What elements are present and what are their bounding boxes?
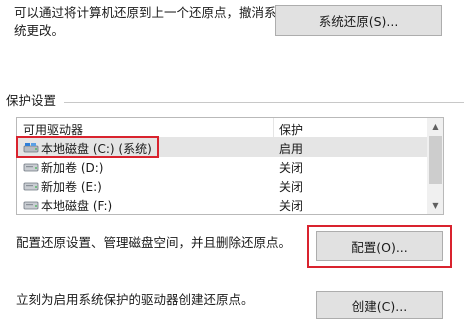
drive-icon bbox=[23, 163, 39, 172]
drive-protection-status: 启用 bbox=[279, 142, 304, 156]
scroll-thumb[interactable] bbox=[429, 136, 442, 184]
drive-name: 本地磁盘 (F:) bbox=[41, 199, 113, 213]
drive-icon bbox=[23, 182, 39, 191]
create-description: 立刻为启用系统保护的驱动器创建还原点。 bbox=[16, 292, 254, 307]
drive-name: 新加卷 (E:) bbox=[41, 180, 102, 194]
group-divider bbox=[64, 102, 464, 103]
configure-description: 配置还原设置、管理磁盘空间，并且删除还原点。 bbox=[16, 235, 292, 250]
drive-row-e[interactable]: 新加卷 (E:) 关闭 bbox=[17, 175, 427, 195]
column-separator bbox=[273, 118, 274, 138]
drive-protection-status: 关闭 bbox=[279, 199, 304, 213]
column-header-protection[interactable]: 保护 bbox=[279, 121, 303, 138]
scroll-up-icon[interactable]: ▲ bbox=[427, 118, 443, 135]
create-button[interactable]: 创建(C)... bbox=[316, 291, 443, 319]
highlight-configure-button bbox=[307, 225, 452, 268]
drive-list[interactable]: 可用驱动器 保护 本地磁盘 (C:) (系统) 启用 新加卷 (D:) 关闭 新… bbox=[16, 117, 444, 215]
drive-icon bbox=[23, 201, 39, 210]
vertical-scrollbar[interactable]: ▲ ▼ bbox=[427, 118, 443, 214]
protection-settings-label: 保护设置 bbox=[6, 93, 57, 108]
drive-row-f[interactable]: 本地磁盘 (F:) 关闭 bbox=[17, 194, 427, 214]
scroll-down-icon[interactable]: ▼ bbox=[427, 197, 443, 214]
restore-description-line1: 可以通过将计算机还原到上一个还原点，撤消系 bbox=[14, 5, 277, 20]
restore-description-line2: 统更改。 bbox=[14, 23, 65, 38]
system-restore-button[interactable]: 系统还原(S)... bbox=[275, 5, 442, 36]
restore-description: 可以通过将计算机还原到上一个还原点，撤消系 统更改。 bbox=[14, 4, 284, 40]
drive-protection-status: 关闭 bbox=[279, 180, 304, 194]
highlight-c-drive bbox=[16, 136, 159, 158]
drive-row-d[interactable]: 新加卷 (D:) 关闭 bbox=[17, 156, 427, 176]
drive-name: 新加卷 (D:) bbox=[41, 161, 104, 175]
drive-protection-status: 关闭 bbox=[279, 161, 304, 175]
